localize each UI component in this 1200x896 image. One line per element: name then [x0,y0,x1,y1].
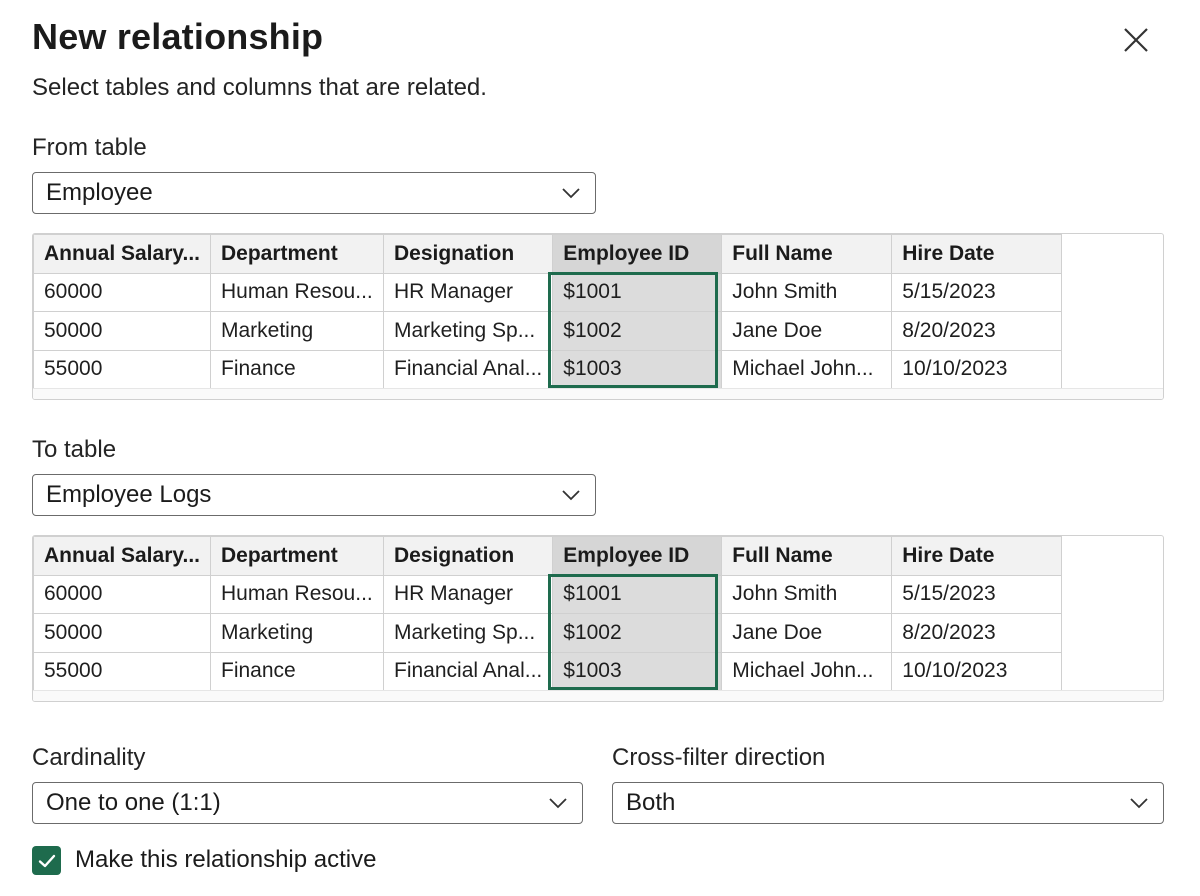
from-table-label: From table [32,134,147,161]
table-cell-selected[interactable]: $1002 [552,613,723,653]
table-cell[interactable]: 8/20/2023 [891,613,1063,653]
column-header-selected[interactable]: Employee ID [552,234,723,274]
to-table-grid: Annual Salary... Department Designation … [33,536,1063,691]
column-header[interactable]: Full Name [721,536,893,576]
table-cell[interactable]: Human Resou... [210,574,384,614]
table-cell[interactable]: Finance [210,349,384,389]
table-cell[interactable]: John Smith [721,272,893,312]
chevron-down-icon [549,798,567,809]
table-row: 50000 Marketing Marketing Sp... $1002 Ja… [33,613,1063,653]
table-cell[interactable]: Marketing [210,311,384,351]
table-cell[interactable]: Marketing [210,613,384,653]
table-cell[interactable]: Jane Doe [721,613,893,653]
horizontal-scrollbar[interactable] [33,690,1163,701]
table-cell-selected[interactable]: $1002 [552,311,723,351]
table-cell[interactable]: 5/15/2023 [891,574,1063,614]
horizontal-scrollbar[interactable] [33,388,1163,399]
chevron-down-icon [562,490,580,501]
table-cell-selected[interactable]: $1001 [552,574,723,614]
table-cell[interactable]: Financial Anal... [382,349,554,389]
column-header[interactable]: Hire Date [891,234,1063,274]
column-header-selected[interactable]: Employee ID [552,536,723,576]
table-header-row: Annual Salary... Department Designation … [33,234,1063,274]
table-cell[interactable]: 10/10/2023 [891,349,1063,389]
table-cell[interactable]: Financial Anal... [382,651,554,691]
table-cell[interactable]: Michael John... [721,651,893,691]
to-table-select-value: Employee Logs [46,481,212,508]
table-cell[interactable]: 60000 [33,574,211,614]
table-row: 50000 Marketing Marketing Sp... $1002 Ja… [33,311,1063,351]
column-header[interactable]: Designation [382,536,554,576]
table-header-row: Annual Salary... Department Designation … [33,536,1063,576]
table-cell[interactable]: Jane Doe [721,311,893,351]
table-cell[interactable]: Marketing Sp... [382,311,554,351]
to-table-select[interactable]: Employee Logs [32,474,596,516]
table-cell[interactable]: 55000 [33,349,211,389]
cardinality-label: Cardinality [32,744,146,771]
table-cell[interactable]: Michael John... [721,349,893,389]
table-row: 55000 Finance Financial Anal... $1003 Mi… [33,349,1063,389]
table-cell-selected[interactable]: $1003 [552,651,723,691]
column-header[interactable]: Full Name [721,234,893,274]
table-cell[interactable]: HR Manager [382,574,554,614]
column-header[interactable]: Designation [382,234,554,274]
to-table-preview: Annual Salary... Department Designation … [32,535,1164,702]
column-header[interactable]: Hire Date [891,536,1063,576]
active-checkbox[interactable] [32,846,61,875]
table-cell[interactable]: 8/20/2023 [891,311,1063,351]
new-relationship-dialog: New relationship Select tables and colum… [0,0,1200,896]
column-header[interactable]: Annual Salary... [33,536,211,576]
from-table-preview: Annual Salary... Department Designation … [32,233,1164,400]
table-cell[interactable]: Marketing Sp... [382,613,554,653]
chevron-down-icon [1130,798,1148,809]
cross-filter-label: Cross-filter direction [612,744,826,771]
column-header[interactable]: Department [210,536,384,576]
table-cell[interactable]: 10/10/2023 [891,651,1063,691]
close-button[interactable] [1114,18,1158,62]
cardinality-select-value: One to one (1:1) [46,789,221,816]
dialog-subtitle: Select tables and columns that are relat… [32,74,487,101]
column-header[interactable]: Department [210,234,384,274]
active-checkbox-label: Make this relationship active [75,846,377,873]
from-table-select-value: Employee [46,179,153,206]
table-cell[interactable]: Finance [210,651,384,691]
cross-filter-select[interactable]: Both [612,782,1164,824]
from-table-select[interactable]: Employee [32,172,596,214]
from-table-grid: Annual Salary... Department Designation … [33,234,1063,389]
table-row: 55000 Finance Financial Anal... $1003 Mi… [33,651,1063,691]
table-cell[interactable]: John Smith [721,574,893,614]
table-cell[interactable]: Human Resou... [210,272,384,312]
table-cell[interactable]: 50000 [33,311,211,351]
cardinality-select[interactable]: One to one (1:1) [32,782,583,824]
checkmark-icon [38,854,55,867]
table-cell-selected[interactable]: $1001 [552,272,723,312]
close-icon [1124,28,1148,52]
cross-filter-select-value: Both [626,789,676,816]
table-cell-selected[interactable]: $1003 [552,349,723,389]
table-row: 60000 Human Resou... HR Manager $1001 Jo… [33,272,1063,312]
table-row: 60000 Human Resou... HR Manager $1001 Jo… [33,574,1063,614]
column-header[interactable]: Annual Salary... [33,234,211,274]
table-cell[interactable]: HR Manager [382,272,554,312]
dialog-title: New relationship [32,16,324,57]
table-cell[interactable]: 60000 [33,272,211,312]
table-cell[interactable]: 5/15/2023 [891,272,1063,312]
to-table-label: To table [32,436,117,463]
table-cell[interactable]: 55000 [33,651,211,691]
table-cell[interactable]: 50000 [33,613,211,653]
chevron-down-icon [562,188,580,199]
